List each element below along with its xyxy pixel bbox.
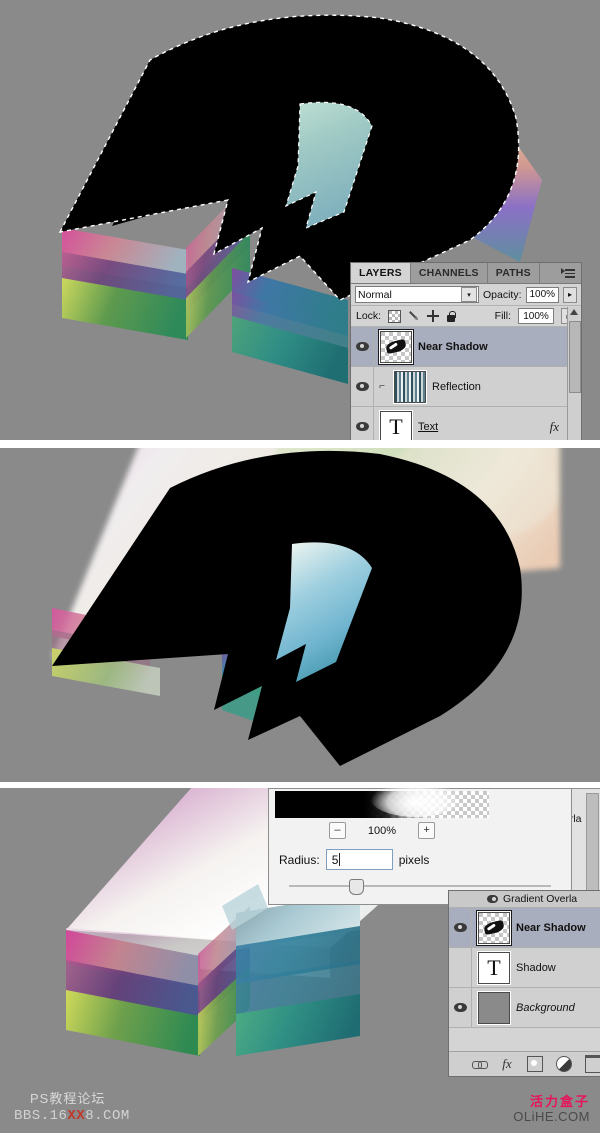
eye-icon[interactable] [487,895,498,903]
fill-label: Fill: [494,310,511,322]
wm-pre: BBS.16 [14,1107,68,1124]
layer-visibility-toggle[interactable] [449,908,472,947]
blur-preview-thumbnail[interactable] [275,788,489,818]
preview-zoom-row: – 100% + [275,822,489,839]
lock-transparent-pixels-icon[interactable] [388,309,402,323]
radius-units-label: pixels [398,852,430,867]
layer-name-shadow: Shadow [516,961,556,974]
scrollbar-thumb[interactable] [569,321,581,393]
artwork-panel-top: LAYERS CHANNELS PATHS Normal ▾ Opacity: … [0,0,600,440]
radius-value: 5 [331,852,339,867]
tab-channels[interactable]: CHANNELS [411,263,488,283]
layer-row-text[interactable]: T Text fx [351,407,581,440]
link-icon[interactable] [472,1057,488,1071]
watermark-right: 活力盒子 OLiHE.COM [513,1094,590,1125]
blend-mode-value: Normal [358,288,392,301]
layer-row-near-shadow[interactable]: Near Shadow [351,327,581,367]
layer-visibility-toggle[interactable] [351,367,374,406]
radius-input[interactable]: 5 [325,849,393,870]
layer-name-reflection: Reflection [432,380,481,393]
eye-icon [453,1003,467,1012]
chevron-down-icon[interactable]: ▾ [461,287,477,302]
eye-icon [355,342,369,351]
slider-track[interactable] [289,885,551,887]
eye-icon [355,382,369,391]
layer-row-near-shadow[interactable]: Near Shadow [449,908,600,948]
layer-mask-icon[interactable] [527,1056,543,1072]
zoom-in-button[interactable]: + [418,822,436,839]
layers-panel[interactable]: LAYERS CHANNELS PATHS Normal ▾ Opacity: … [350,262,582,440]
artwork-canvas-middle [0,448,600,782]
watermark-left: PS教程论坛 BBS.16XX8.COM [14,1091,130,1125]
letter-a-3d-middle [52,448,560,766]
watermark-right-line2: OLiHE.COM [513,1109,590,1125]
layer-effect-gradient-overlay[interactable]: Gradient Overla [449,891,600,908]
panel-separator-1 [0,440,600,448]
layer-thumbnail-near-shadow[interactable] [478,911,510,944]
layer-thumbnail-near-shadow[interactable] [380,330,412,363]
layer-visibility-toggle[interactable] [351,407,374,440]
layer-thumbnail-reflection[interactable] [394,370,426,403]
artwork-panel-bottom: erla – 100% + Radius: 5 pixels Gradient … [0,788,600,1133]
zoom-out-button[interactable]: – [328,822,346,839]
eye-icon [355,422,369,431]
lock-position-move-icon[interactable] [427,310,440,322]
layer-name-near-shadow: Near Shadow [418,340,488,353]
layers-scrollbar[interactable] [567,307,581,440]
watermark-right-line1: 活力盒子 [529,1094,590,1110]
layer-thumbnail-shadow[interactable]: T [478,951,510,984]
gaussian-blur-dialog[interactable]: – 100% + Radius: 5 pixels [268,788,572,905]
opacity-input[interactable]: 100% [525,286,559,303]
artwork-panel-middle [0,448,600,782]
eye-icon [453,923,467,932]
fx-icon[interactable]: fx [500,1057,514,1071]
scroll-up-icon[interactable] [570,309,578,315]
layer-thumbnail-text[interactable]: T [380,410,412,440]
layer-row-background[interactable]: Background [449,988,600,1028]
layer-name-near-shadow: Near Shadow [516,921,586,934]
lock-all-icon[interactable] [446,310,456,322]
tab-layers[interactable]: LAYERS [351,263,411,283]
fx-icon[interactable]: fx [550,419,559,435]
layer-row-reflection[interactable]: ⌐ Reflection [351,367,581,407]
wm-post: 8.COM [85,1107,130,1124]
panel-tabbar: LAYERS CHANNELS PATHS [351,263,581,284]
adjustment-layer-icon[interactable] [556,1056,572,1072]
layers-panel-toolbar: fx [449,1051,600,1076]
fill-input[interactable]: 100% [518,308,554,324]
layer-row-shadow[interactable]: T Shadow [449,948,600,988]
radius-label: Radius: [279,852,320,867]
watermark-left-line2: BBS.16XX8.COM [14,1108,130,1126]
new-group-icon[interactable] [585,1055,600,1073]
radius-row: Radius: 5 pixels [279,849,429,870]
clipping-mask-icon: ⌐ [379,381,385,392]
lock-label: Lock: [356,310,382,322]
layer-thumbnail-background[interactable] [478,991,510,1024]
watermark-left-line1: PS教程论坛 [30,1091,106,1107]
layer-name-background: Background [516,1001,575,1014]
layer-name-text: Text [418,420,439,433]
slider-knob[interactable] [349,879,364,895]
layers-panel-bottom[interactable]: Gradient Overla Near Shadow T Shadow Bac… [448,890,600,1077]
blend-opacity-row: Normal ▾ Opacity: 100% ▸ [351,284,581,306]
lock-image-pixels-brush-icon[interactable] [406,308,423,325]
opacity-stepper-icon[interactable]: ▸ [562,286,577,303]
layer-visibility-toggle[interactable] [449,948,472,987]
tab-paths[interactable]: PATHS [488,263,540,283]
zoom-level-label: 100% [367,824,397,837]
layer-visibility-toggle[interactable] [351,327,374,366]
layer-visibility-toggle[interactable] [449,988,472,1027]
blend-mode-select[interactable]: Normal ▾ [355,286,479,303]
opacity-label: Opacity: [483,288,522,301]
wm-mid: XX [67,1107,86,1124]
lock-row: Lock: Fill: 100% ▸ [351,306,581,327]
panel-menu-icon[interactable] [561,267,577,279]
effect-label: Gradient Overla [503,893,578,905]
